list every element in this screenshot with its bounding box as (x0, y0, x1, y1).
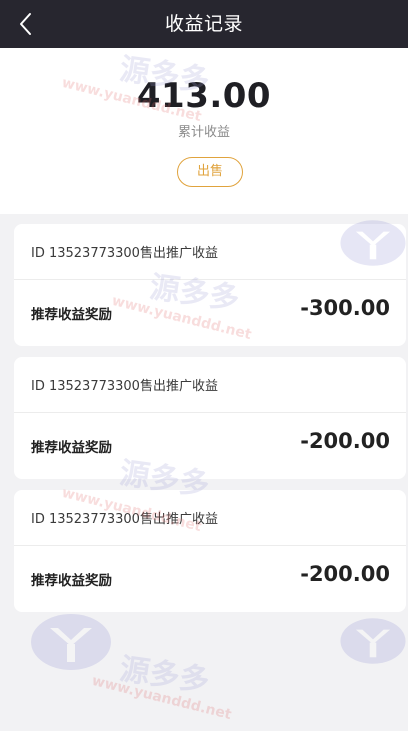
record-card: ID 13523773300售出推广收益 推荐收益奖励 -200.00 (14, 357, 406, 479)
earnings-summary: 413.00 累计收益 出售 (0, 48, 408, 214)
watermark-text: 源多多 (117, 651, 212, 700)
record-description: ID 13523773300售出推广收益 (31, 512, 218, 527)
record-divider (14, 279, 406, 280)
record-card: ID 13523773300售出推广收益 推荐收益奖励 -200.00 (14, 490, 406, 612)
record-amount: -300.00 (300, 296, 390, 320)
total-earnings-label: 累计收益 (177, 125, 230, 140)
record-amount: -200.00 (300, 429, 390, 453)
record-type: 推荐收益奖励 (31, 307, 112, 323)
watermark-logo-icon (31, 614, 111, 670)
record-card: ID 13523773300售出推广收益 推荐收益奖励 -300.00 (14, 224, 406, 346)
app-header: 收益记录 (0, 0, 408, 48)
record-type: 推荐收益奖励 (31, 440, 112, 456)
record-description: ID 13523773300售出推广收益 (31, 379, 218, 394)
watermark-logo-icon (340, 618, 406, 664)
record-divider (14, 545, 406, 546)
record-description: ID 13523773300售出推广收益 (31, 246, 218, 261)
record-type: 推荐收益奖励 (31, 573, 112, 589)
page-title: 收益记录 (164, 13, 243, 35)
total-earnings-amount: 413.00 (136, 76, 272, 116)
record-amount: -200.00 (300, 562, 390, 586)
watermark-url: www.yuanddd.net (90, 672, 234, 724)
record-divider (14, 412, 406, 413)
sell-button[interactable]: 出售 (177, 157, 243, 187)
